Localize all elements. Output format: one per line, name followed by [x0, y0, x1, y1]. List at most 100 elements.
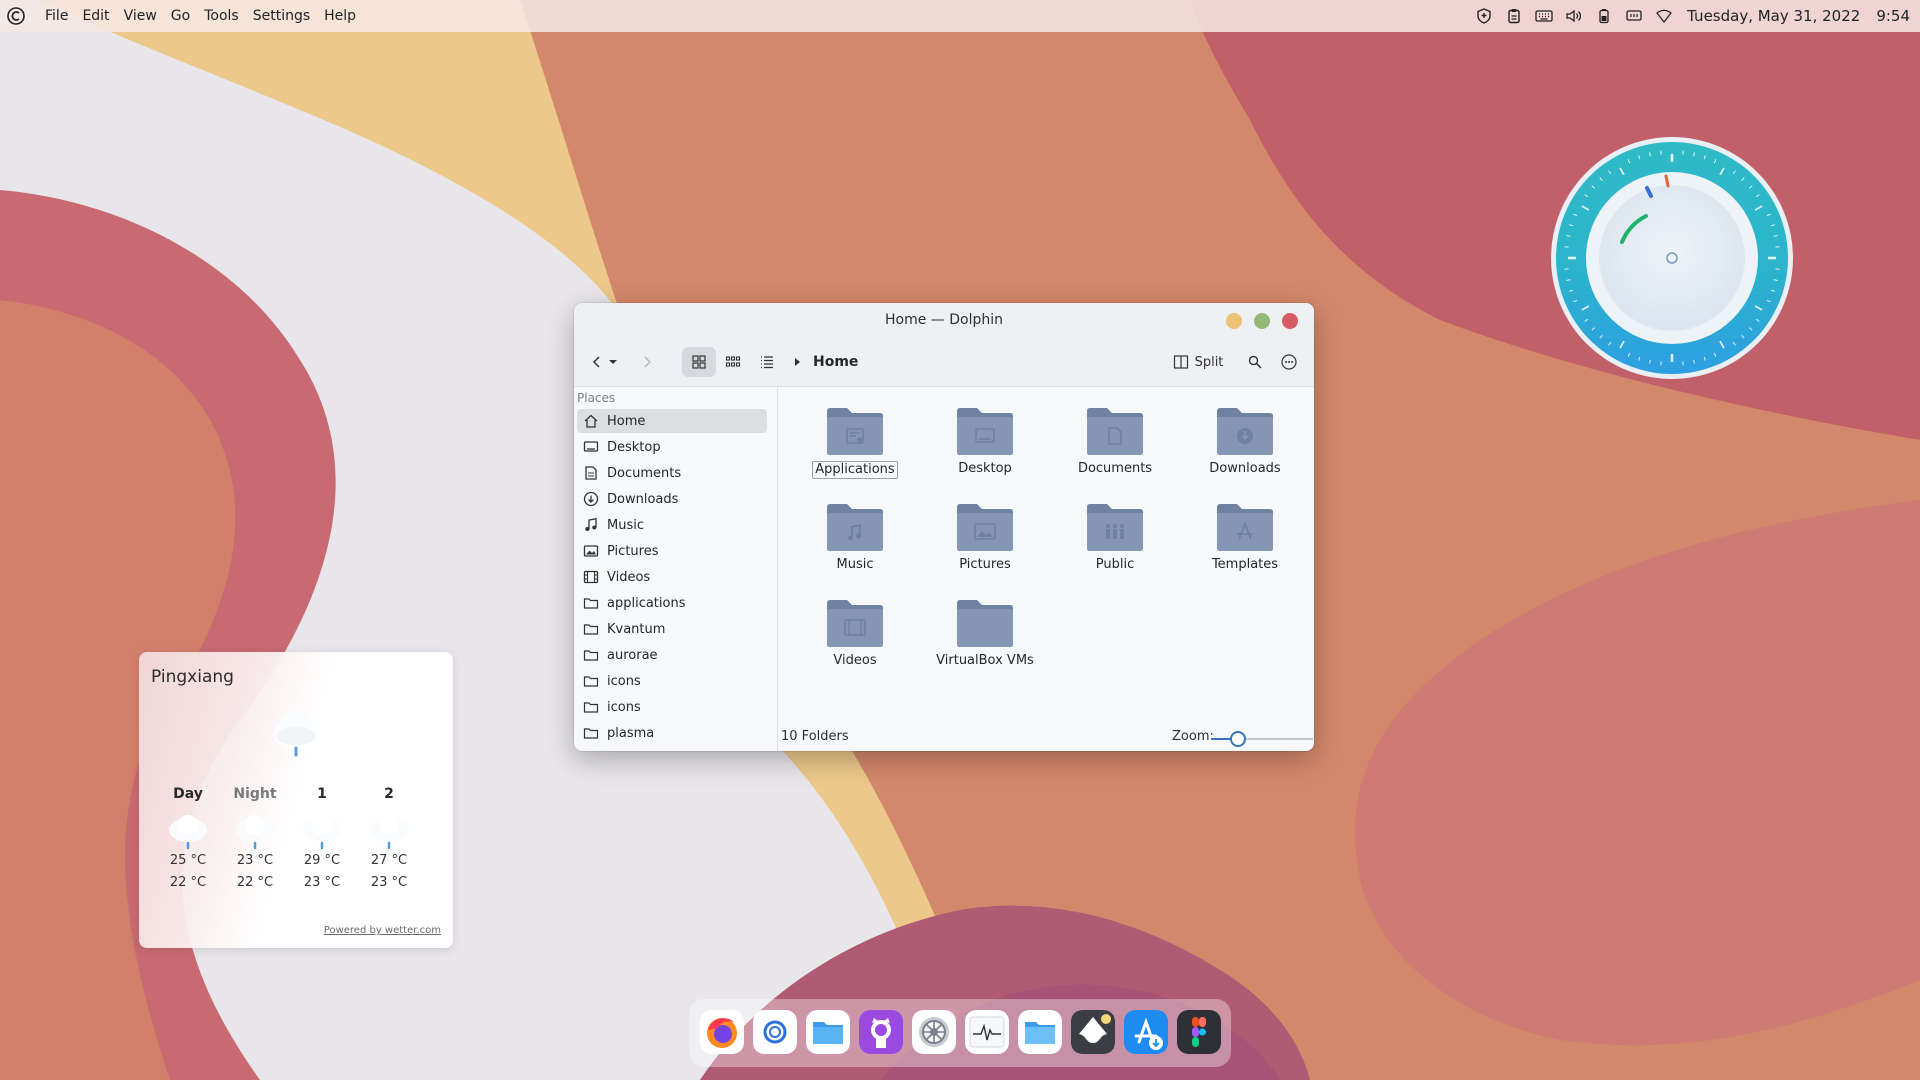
sidebar-item-icons[interactable]: icons	[577, 695, 767, 719]
maximize-button[interactable]	[1254, 313, 1270, 329]
compact-view-button[interactable]	[718, 347, 748, 377]
split-button[interactable]: Split	[1168, 347, 1228, 377]
sidebar-item-downloads[interactable]: Downloads	[577, 487, 767, 511]
folder-label: Public	[1095, 557, 1135, 572]
folder-label: Downloads	[1209, 461, 1281, 476]
sidebar-item-label: applications	[607, 595, 686, 611]
app-store-icon[interactable]	[1124, 1010, 1168, 1054]
rain-cloud-icon	[303, 815, 341, 850]
sidebar-item-icons[interactable]: icons	[577, 669, 767, 693]
sidebar-item-music[interactable]: Music	[577, 513, 767, 537]
folder-applications[interactable]: Applications	[800, 399, 910, 487]
folder-label: Pictures	[959, 557, 1011, 572]
folder-label: VirtualBox VMs	[936, 653, 1034, 668]
folder-downloads-icon	[1217, 408, 1273, 455]
folder-desktop[interactable]: Desktop	[930, 399, 1040, 487]
icons-view-button[interactable]	[682, 347, 716, 377]
weather-widget[interactable]: Pingxiang Day 25 °C 22 °C Night 23 °C 22…	[139, 652, 453, 948]
sidebar-item-pictures[interactable]: Pictures	[577, 539, 767, 563]
folder-pictures[interactable]: Pictures	[930, 495, 1040, 583]
clock-widget[interactable]	[1548, 134, 1796, 382]
clipboard-icon[interactable]	[1499, 0, 1529, 32]
github-icon[interactable]	[859, 1010, 903, 1054]
sidebar-item-home[interactable]: Home	[577, 409, 767, 433]
firefox-icon[interactable]	[700, 1010, 744, 1054]
forecast-night: Night 23 °C 22 °C	[220, 786, 290, 894]
figma-icon[interactable]	[1177, 1010, 1221, 1054]
forecast-low: 22 °C	[169, 875, 207, 890]
folder-downloads[interactable]: Downloads	[1190, 399, 1300, 487]
folder-music[interactable]: Music	[800, 495, 910, 583]
sidebar-item-aurorae[interactable]: aurorae	[577, 643, 767, 667]
keyboard-icon[interactable]	[1529, 0, 1559, 32]
menu-help[interactable]: Help	[317, 0, 363, 32]
menu-edit[interactable]: Edit	[75, 0, 116, 32]
inkscape-icon[interactable]	[1071, 1010, 1115, 1054]
forecast-label: 2	[384, 786, 394, 802]
forecast-day: Day 25 °C 22 °C	[153, 786, 223, 894]
places-header: Places	[577, 391, 616, 405]
back-button[interactable]	[590, 347, 620, 377]
sidebar-item-kvantum[interactable]: Kvantum	[577, 617, 767, 641]
sidebar-item-desktop[interactable]: Desktop	[577, 435, 767, 459]
sidebar-item-documents[interactable]: Documents	[577, 461, 767, 485]
sidebar-item-label: Pictures	[607, 543, 659, 559]
sidebar-item-label: Desktop	[607, 439, 661, 455]
close-button[interactable]	[1282, 313, 1298, 329]
videos-icon	[583, 570, 599, 584]
app-menu-logo-icon[interactable]	[6, 6, 26, 26]
minimize-button[interactable]	[1226, 313, 1242, 329]
wifi-icon[interactable]	[1649, 0, 1679, 32]
folder-templates[interactable]: Templates	[1190, 495, 1300, 583]
breadcrumb-home[interactable]: Home	[813, 337, 858, 387]
folder-public[interactable]: Public	[1060, 495, 1170, 583]
menu-file[interactable]: File	[38, 0, 75, 32]
clock-face	[1599, 185, 1745, 331]
folder-icon	[583, 624, 599, 635]
sidebar-item-videos[interactable]: Videos	[577, 565, 767, 589]
folder-label: Music	[836, 557, 874, 572]
files-2-icon[interactable]	[1018, 1010, 1062, 1054]
folder-documents[interactable]: Documents	[1060, 399, 1170, 487]
rain-cloud-icon	[274, 710, 318, 757]
date-label[interactable]: Tuesday, May 31, 2022	[1687, 7, 1860, 25]
volume-icon[interactable]	[1559, 0, 1589, 32]
browser-icon[interactable]	[753, 1010, 797, 1054]
battery-icon[interactable]	[1589, 0, 1619, 32]
time-label[interactable]: 9:54	[1876, 7, 1910, 25]
folder-label: Desktop	[958, 461, 1012, 476]
menu-view[interactable]: View	[117, 0, 164, 32]
details-view-button[interactable]	[752, 347, 782, 377]
folder-videos[interactable]: Videos	[800, 591, 910, 679]
breadcrumb-expand-icon[interactable]	[790, 347, 804, 377]
files-icon[interactable]	[806, 1010, 850, 1054]
shield-icon[interactable]	[1469, 0, 1499, 32]
folder-label: Videos	[833, 653, 877, 668]
system-settings-icon[interactable]	[912, 1010, 956, 1054]
menu-go[interactable]: Go	[164, 0, 197, 32]
menu-settings[interactable]: Settings	[246, 0, 317, 32]
sidebar-item-label: Downloads	[607, 491, 679, 507]
split-icon	[1173, 355, 1188, 369]
powered-by-link[interactable]: Powered by wetter.com	[324, 925, 441, 936]
window-title: Home — Dolphin	[884, 312, 1003, 328]
folder-virtualbox-vms[interactable]: VirtualBox VMs	[930, 591, 1040, 679]
folder-applications-icon	[827, 408, 883, 455]
more-menu-button[interactable]	[1276, 347, 1302, 377]
forward-button[interactable]	[636, 347, 658, 377]
system-monitor-icon[interactable]	[965, 1010, 1009, 1054]
folder-icon	[583, 598, 599, 609]
sidebar-item-applications[interactable]: applications	[577, 591, 767, 615]
search-button[interactable]	[1242, 347, 1268, 377]
forecast-label: Night	[233, 786, 277, 802]
menu-tools[interactable]: Tools	[197, 0, 246, 32]
zoom-slider-handle[interactable]	[1229, 731, 1246, 747]
window-titlebar[interactable]: Home — Dolphin	[574, 303, 1314, 337]
sidebar-item-label: Home	[607, 413, 646, 429]
folder-count: 10 Folders	[781, 729, 849, 744]
display-icon[interactable]	[1619, 0, 1649, 32]
sidebar-item-plasma[interactable]: plasma	[577, 721, 767, 745]
folder-public-icon	[1087, 504, 1143, 551]
system-tray: Tuesday, May 31, 2022 9:54	[1469, 0, 1920, 32]
folder-label: Applications	[812, 461, 898, 479]
